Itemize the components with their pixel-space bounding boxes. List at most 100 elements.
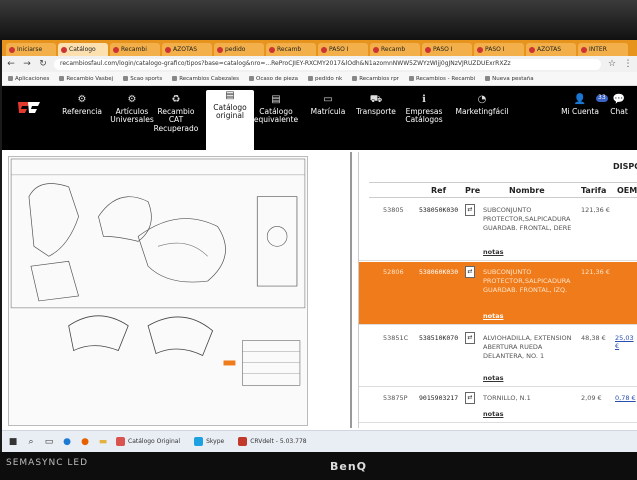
row-pre-icon[interactable]: ⇄ xyxy=(465,266,475,278)
browser-tab[interactable]: Iniciarse xyxy=(6,43,56,56)
row-notas-link[interactable]: notas xyxy=(483,410,503,418)
browser-tab[interactable]: Recambi xyxy=(110,43,160,56)
app-navbar: ⚙ Referencia ⚙ Artículos Universales ♻ Recamb… xyxy=(2,86,637,150)
col-oem[interactable]: OEM xyxy=(617,186,637,195)
col-tarifa[interactable]: Tarifa xyxy=(581,186,606,195)
back-icon[interactable]: ← xyxy=(6,59,16,69)
recycle-icon: ♻ xyxy=(171,94,181,105)
reload-icon[interactable]: ↻ xyxy=(38,59,48,69)
browser-tab[interactable]: Recamb xyxy=(266,43,316,56)
bookmark-item[interactable]: Recambios - Recambi xyxy=(408,76,475,82)
bookmark-item[interactable]: Recambios Cabezales xyxy=(172,76,239,82)
taskbar-app[interactable]: CRVdelt - 5.03.778 xyxy=(238,437,307,446)
favicon-icon xyxy=(269,46,275,53)
forward-icon[interactable]: → xyxy=(22,59,32,69)
bookmark-item[interactable]: Recambios rpr xyxy=(352,76,399,82)
nav-item-label: Marketingfácil xyxy=(455,106,509,116)
browser-tab[interactable]: Recamb xyxy=(370,43,420,56)
row-pre-icon[interactable]: ⇄ xyxy=(465,204,475,216)
bookmark-item[interactable]: Nueva pestaña xyxy=(485,76,534,82)
nav-item[interactable]: ⚙ Artículos Universales xyxy=(108,94,156,144)
menu-icon[interactable]: ⋮ xyxy=(623,59,633,69)
col-ref[interactable]: Ref xyxy=(431,186,446,195)
folder-icon[interactable]: ▬ xyxy=(98,437,108,447)
catalog-icon: ▤ xyxy=(225,90,235,101)
nav-item[interactable]: ⛟ Transporte xyxy=(352,94,400,144)
bookmark-item[interactable]: pedido nk xyxy=(308,76,342,82)
taskbar-app-label: Catálogo Original xyxy=(128,438,181,445)
row-ref[interactable]: 538510K070 xyxy=(419,334,458,342)
bookmark-icon xyxy=(308,76,314,81)
row-pre-icon[interactable]: ⇄ xyxy=(465,392,475,404)
parts-table: DISPO Ref Pre Nombre Tarifa OEM 53805538… xyxy=(358,152,637,428)
browser-tab[interactable]: PASO I xyxy=(318,43,368,56)
bookmark-icon xyxy=(8,76,13,81)
row-pre-icon[interactable]: ⇄ xyxy=(465,332,475,344)
truck-icon: ⛟ xyxy=(369,94,383,105)
table-row[interactable]: 53805 538050K030 ⇄ SUBCONJUNTO PROTECTOR,SA… xyxy=(359,200,637,260)
app-icon xyxy=(116,437,125,446)
bookmark-label: pedido nk xyxy=(315,75,343,82)
favicon-icon xyxy=(529,46,535,53)
row-oem[interactable]: 25,03 € xyxy=(615,334,637,350)
browser-tab[interactable]: pedido xyxy=(214,43,264,56)
search-icon[interactable]: ⌕ xyxy=(26,437,36,447)
chat-button[interactable]: 💬 Chat xyxy=(602,94,636,144)
row-notas-link[interactable]: notas xyxy=(483,312,503,320)
tab-label: PASO I xyxy=(485,46,505,53)
nav-item[interactable]: ◔ Marketingfácil xyxy=(452,94,512,144)
firefox-icon[interactable]: ● xyxy=(80,437,90,447)
table-row[interactable]: 53875P 9015903217 ⇄ TORNILLO, N.1 notas 2,09 … xyxy=(359,388,637,422)
nav-item-label: Catálogo equivalente xyxy=(253,106,299,125)
favicon-icon xyxy=(321,46,327,53)
bookmark-icon xyxy=(123,76,129,81)
browser-tab[interactable]: Catálogo xyxy=(58,43,108,56)
edge-icon[interactable]: ● xyxy=(62,437,72,447)
col-name[interactable]: Nombre xyxy=(509,186,545,195)
nav-item[interactable]: ▭ Matrícula xyxy=(304,94,352,144)
bookmark-item[interactable]: Recambio Vasbej xyxy=(59,76,113,82)
monitor-bezel-bottom: SEMASYNC LED BenQ xyxy=(0,452,637,480)
browser-tab[interactable]: AZOTAS xyxy=(526,43,576,56)
taskbar-app[interactable]: Skype xyxy=(194,437,224,446)
bookmark-label: Recambios Cabezales xyxy=(179,75,240,82)
bookmark-item[interactable]: Aplicaciones xyxy=(8,76,49,82)
bookmark-icon xyxy=(485,76,491,81)
favicon-icon xyxy=(425,46,431,53)
row-oem[interactable]: 0,78 € xyxy=(615,394,636,402)
favicon-icon xyxy=(165,46,171,53)
row-name: TORNILLO, N.1 xyxy=(483,394,531,402)
windows-start-icon[interactable]: ■ xyxy=(8,437,18,447)
address-bar[interactable]: recambiosfaul.com/login/catalogo-grafico… xyxy=(54,58,601,70)
bookmarks-bar: Aplicaciones Recambio Vasbej Scao sports Re… xyxy=(2,72,637,86)
table-row[interactable]: 52806 538060K030 ⇄ SUBCONJUNTO PROTECTOR,SA… xyxy=(359,262,637,324)
nav-item[interactable]: ⚙ Referencia xyxy=(58,94,106,144)
info-icon: ℹ xyxy=(422,94,426,105)
bookmark-item[interactable]: Scao sports xyxy=(123,76,162,82)
row-ref[interactable]: 538060K030 xyxy=(419,268,458,276)
row-notas-link[interactable]: notas xyxy=(483,374,503,382)
browser-tab[interactable]: PASO I xyxy=(422,43,472,56)
col-pre[interactable]: Pre xyxy=(465,186,480,195)
account-button[interactable]: 👤 33 Mi Cuenta xyxy=(560,94,608,144)
row-ref[interactable]: 538050K030 xyxy=(419,206,458,214)
nav-item[interactable]: ♻ Recambio CAT Recuperado xyxy=(152,94,200,144)
table-row[interactable]: 53851C 538510K070 ⇄ ALVIOHADILLA, EXTENSION… xyxy=(359,328,637,386)
bookmark-item[interactable]: Ocaso de pieza xyxy=(249,76,298,82)
row-notas-link[interactable]: notas xyxy=(483,248,503,256)
pane-divider[interactable] xyxy=(350,152,352,428)
taskbar-app[interactable]: Catálogo Original xyxy=(116,437,180,446)
row-ref[interactable]: 9015903217 xyxy=(419,394,458,402)
row-name: SUBCONJUNTO PROTECTOR,SALPICADURA GUARDA… xyxy=(483,268,571,294)
task-view-icon[interactable]: ▭ xyxy=(44,437,54,447)
nav-item[interactable]: ▤ Catálogo original xyxy=(206,90,254,150)
catalog-eq-icon: ▤ xyxy=(271,94,281,105)
row-divider xyxy=(359,386,637,387)
nav-item[interactable]: ▤ Catálogo equivalente xyxy=(252,94,300,144)
star-icon[interactable]: ☆ xyxy=(607,59,617,69)
browser-tab[interactable]: AZOTAS xyxy=(162,43,212,56)
browser-tab[interactable]: INTER xyxy=(578,43,628,56)
nav-item[interactable]: ℹ Empresas Catálogos xyxy=(400,94,448,144)
parts-diagram[interactable] xyxy=(8,156,308,426)
browser-tab[interactable]: PASO I xyxy=(474,43,524,56)
